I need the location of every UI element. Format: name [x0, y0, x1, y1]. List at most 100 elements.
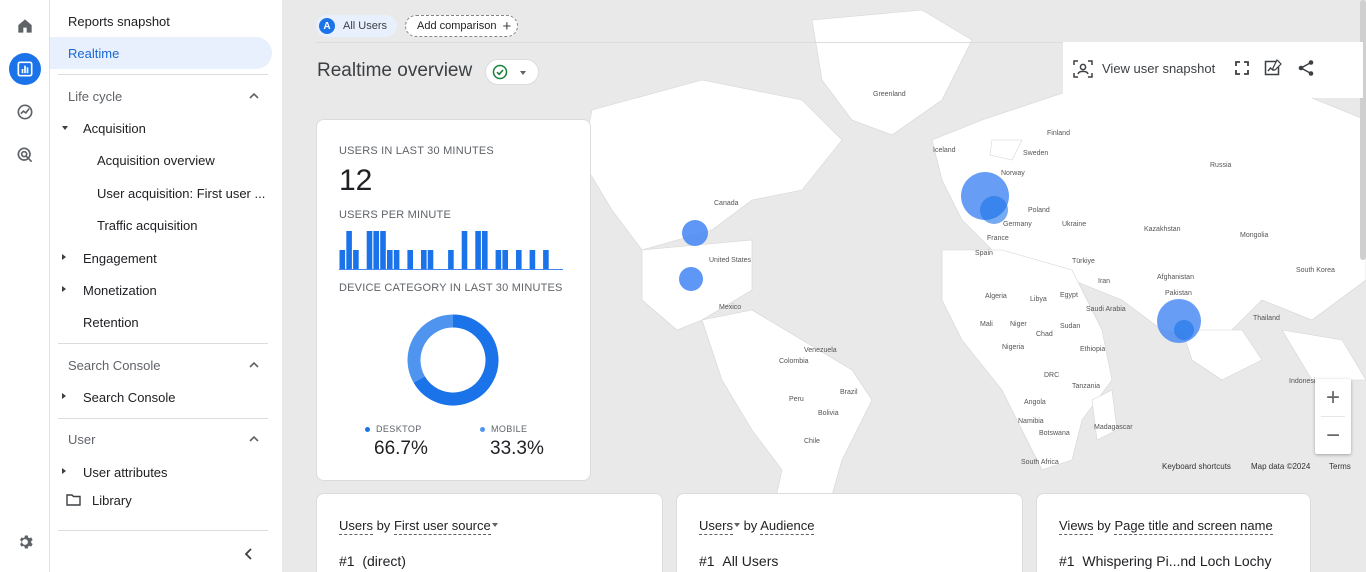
scrollbar[interactable]	[1360, 0, 1366, 260]
report-toolbar: View user snapshot	[1063, 42, 1363, 98]
bar	[461, 231, 468, 269]
nav-realtime[interactable]: Realtime	[50, 37, 272, 69]
collapse-nav-icon[interactable]	[243, 547, 255, 561]
card-users-by-source: Users by First user source #1 (direct)	[316, 493, 663, 572]
add-comparison-button[interactable]: Add comparison +	[405, 15, 519, 37]
row-rank: #1	[339, 553, 355, 569]
bar	[407, 250, 413, 269]
caret-down-icon	[520, 71, 526, 75]
nav-label: Search Console	[83, 389, 176, 405]
bar	[366, 231, 373, 269]
caret-down-icon[interactable]	[491, 523, 498, 527]
bar	[380, 231, 386, 269]
dimension-selector[interactable]: First user source	[393, 518, 491, 535]
page-title: Realtime overview	[317, 60, 473, 81]
user-bubble	[980, 196, 1008, 224]
metric-selector[interactable]: Users	[699, 518, 733, 535]
legend-mobile-label: MOBILE	[491, 424, 528, 434]
realtime-summary-card: USERS IN LAST 30 MINUTES 12 USERS PER MI…	[316, 119, 591, 481]
nav-label: User acquisition: First user ...	[97, 185, 266, 201]
users-per-minute-chart[interactable]	[339, 228, 563, 270]
nav-user-acquisition[interactable]: User acquisition: First user ...	[50, 177, 272, 209]
section-search-console[interactable]: Search Console	[50, 349, 272, 381]
card-title-by: by	[1097, 518, 1111, 533]
chevron-up-icon	[249, 435, 259, 442]
zoom-in-button[interactable]: +	[1315, 379, 1351, 416]
device-category-donut[interactable]	[407, 314, 499, 406]
caret-down-icon[interactable]	[733, 523, 740, 527]
nav-search-console[interactable]: Search Console	[50, 381, 272, 413]
home-icon[interactable]	[9, 10, 41, 42]
nav-label: Library	[92, 492, 132, 508]
bar	[543, 250, 549, 269]
dimension-selector[interactable]: Page title and screen name	[1114, 518, 1273, 535]
bar	[427, 250, 434, 269]
fullscreen-icon[interactable]	[1235, 61, 1249, 75]
reports-icon[interactable]	[9, 53, 41, 85]
row-rank: #1	[699, 553, 715, 569]
bar	[475, 231, 481, 269]
card-title-by: by	[743, 518, 758, 533]
top-row: #1 (direct)	[339, 553, 406, 569]
nav-engagement[interactable]: Engagement	[50, 242, 272, 274]
card-users-by-audience: Users by Audience #1 All Users	[676, 493, 1023, 572]
section-label: Life cycle	[68, 88, 123, 104]
add-comparison-label: Add comparison	[417, 20, 497, 32]
nav-label: Engagement	[83, 250, 157, 266]
card-title: Views by Page title and screen name	[1059, 518, 1273, 535]
side-nav: Reports snapshot Realtime Life cycle Acq…	[50, 0, 282, 572]
comparison-chip-all-users[interactable]: A All Users	[316, 15, 398, 37]
nav-acquisition-overview[interactable]: Acquisition overview	[50, 144, 272, 176]
nav-monetization[interactable]: Monetization	[50, 274, 272, 306]
dimension-selector[interactable]: Audience	[760, 518, 815, 535]
advertising-icon[interactable]	[9, 139, 41, 171]
legend-desktop-label: DESKTOP	[376, 424, 422, 434]
bar	[353, 250, 359, 269]
bar	[393, 250, 400, 269]
bar	[495, 250, 502, 269]
metric-selector[interactable]: Views	[1059, 518, 1094, 535]
user-bubble	[679, 267, 703, 291]
top-row: #1 Whispering Pi...nd Loch Lochy	[1059, 553, 1271, 569]
caret-right-icon	[62, 286, 66, 292]
user-bubble	[682, 220, 708, 246]
bar	[387, 250, 393, 269]
plus-icon: +	[502, 17, 512, 35]
section-user[interactable]: User	[50, 423, 272, 455]
terms-link[interactable]: Terms	[1329, 462, 1351, 471]
explore-icon[interactable]	[9, 96, 41, 128]
row-value: (direct)	[362, 553, 406, 569]
bar	[502, 250, 508, 269]
map-zoom-control: + −	[1315, 379, 1351, 454]
user-snapshot-icon	[1073, 60, 1093, 78]
settings-icon[interactable]	[9, 526, 41, 558]
row-rank: #1	[1059, 553, 1075, 569]
zoom-out-button[interactable]: −	[1315, 417, 1351, 454]
view-user-snapshot-button[interactable]: View user snapshot	[1102, 61, 1215, 76]
nav-retention[interactable]: Retention	[50, 306, 272, 338]
nav-acquisition[interactable]: Acquisition	[50, 112, 272, 144]
mobile-value: 33.3%	[490, 438, 544, 459]
left-rail	[0, 0, 50, 572]
metric-selector[interactable]: Users	[339, 518, 373, 535]
share-icon[interactable]	[1297, 59, 1315, 77]
keyboard-shortcuts-link[interactable]: Keyboard shortcuts	[1162, 462, 1231, 471]
nav-reports-snapshot[interactable]: Reports snapshot	[50, 5, 272, 37]
top-row: #1 All Users	[699, 553, 778, 569]
nav-label: Reports snapshot	[68, 13, 170, 29]
nav-library[interactable]: Library	[50, 484, 272, 516]
donut-slice-mobile	[407, 314, 454, 383]
divider	[58, 74, 268, 75]
device-category-label: DEVICE CATEGORY IN LAST 30 MINUTES	[339, 282, 563, 294]
nav-traffic-acquisition[interactable]: Traffic acquisition	[50, 209, 272, 241]
bar	[516, 250, 522, 269]
legend-desktop: DESKTOP	[365, 424, 422, 434]
legend-swatch	[365, 427, 370, 433]
chevron-up-icon	[249, 361, 259, 368]
section-lifecycle[interactable]: Life cycle	[50, 80, 272, 112]
bar	[421, 250, 427, 269]
chip-label: All Users	[343, 20, 388, 32]
data-status-button[interactable]	[485, 59, 539, 85]
customize-report-icon[interactable]	[1264, 59, 1282, 77]
card-views-by-page: Views by Page title and screen name #1 W…	[1036, 493, 1311, 572]
